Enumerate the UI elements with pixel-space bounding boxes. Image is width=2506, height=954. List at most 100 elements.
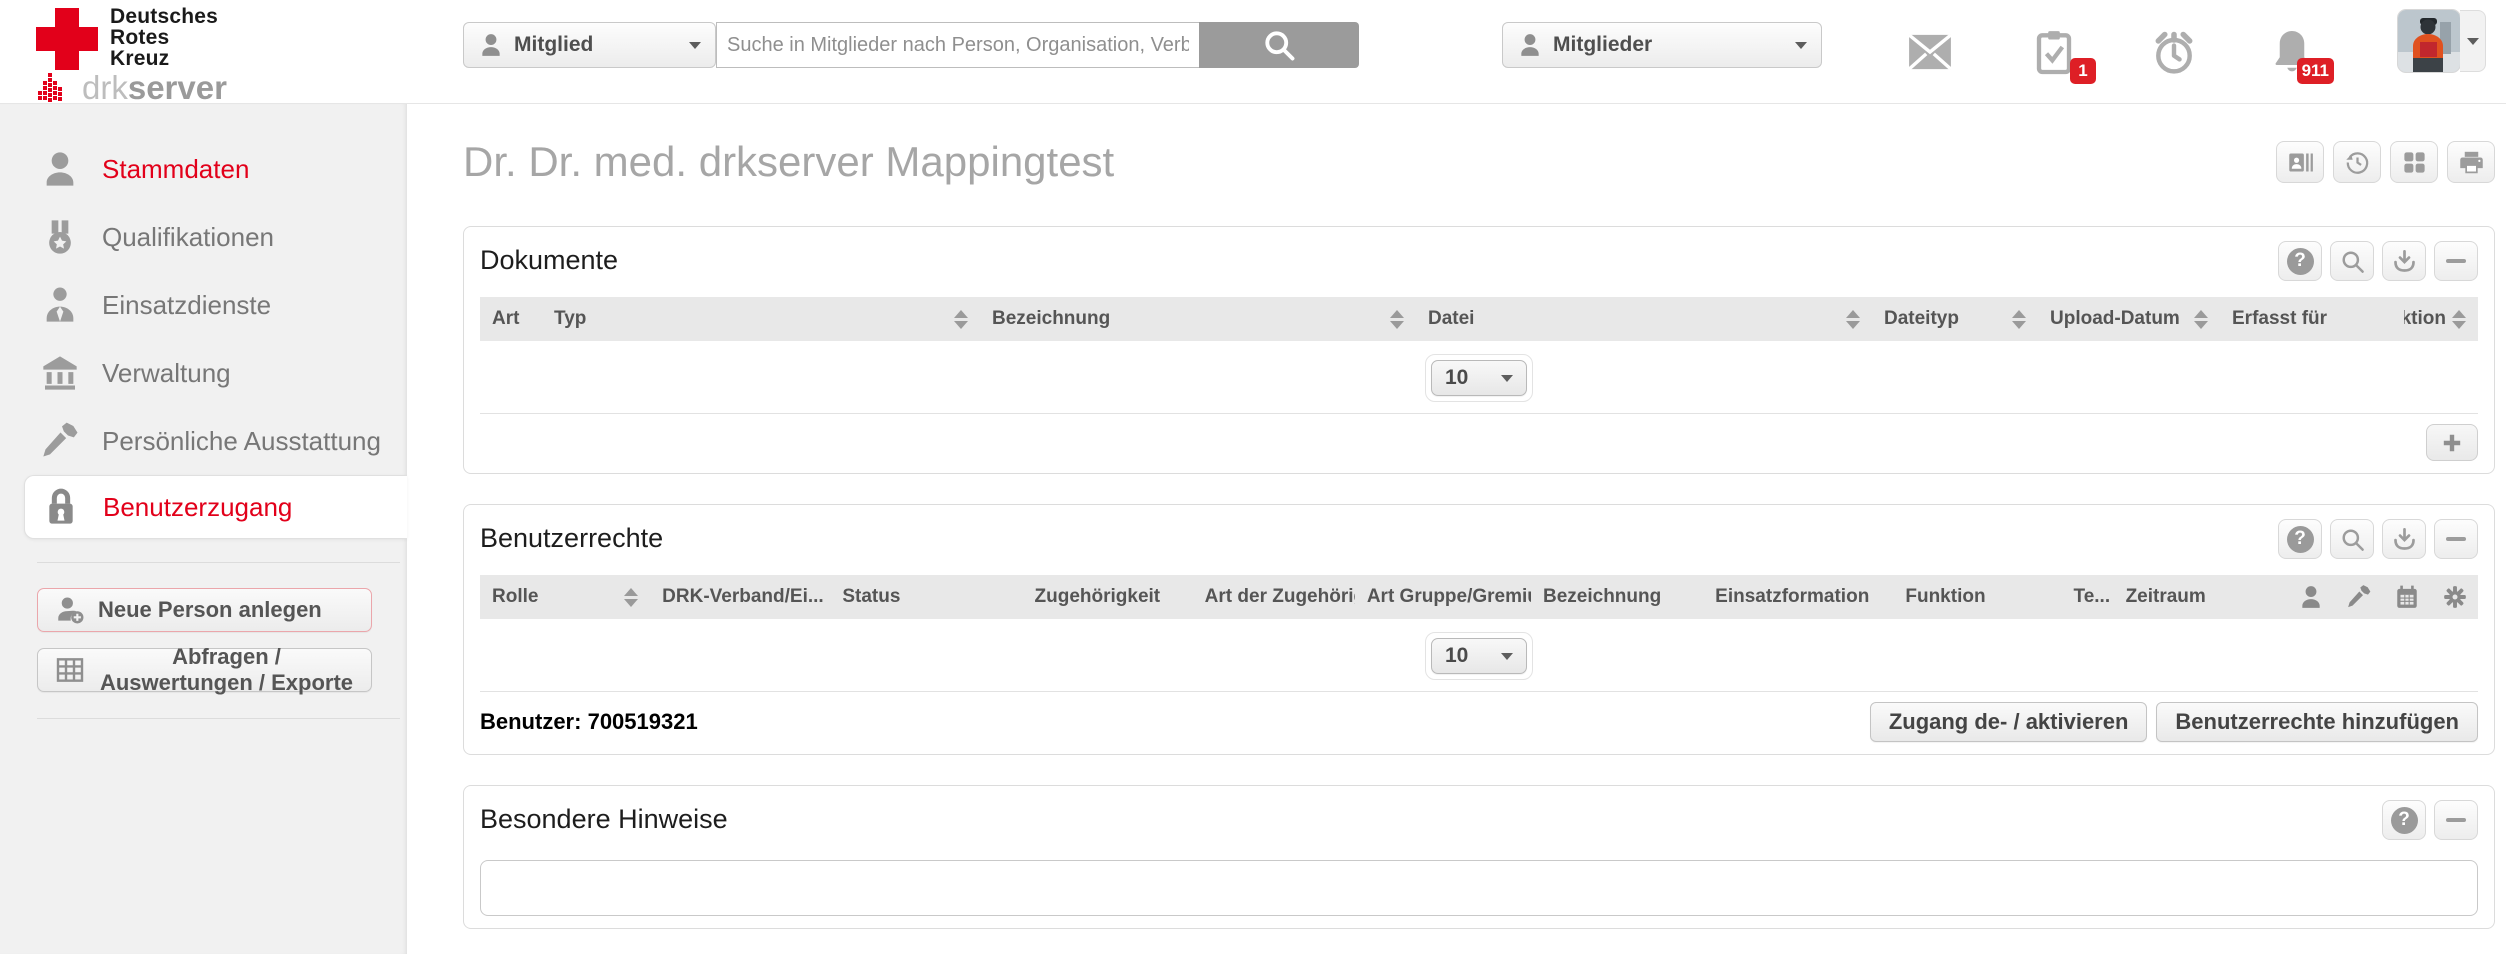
queries-exports-label: Abfragen / Auswertungen / Exporte bbox=[98, 644, 355, 696]
column-header-tools bbox=[2334, 575, 2382, 619]
collapse-button[interactable] bbox=[2434, 241, 2478, 281]
contact-card-button[interactable] bbox=[2276, 141, 2324, 183]
context-select-value: Mitglieder bbox=[1553, 33, 1785, 57]
panel-benutzerrechte: Benutzerrechte Rolle D bbox=[463, 504, 2495, 755]
chevron-down-icon bbox=[1501, 375, 1513, 382]
filter-search-button[interactable] bbox=[2330, 519, 2374, 559]
help-icon bbox=[2287, 526, 2314, 553]
notifications-badge: 911 bbox=[2297, 58, 2334, 84]
main-content: Dr. Dr. med. drkserver Mappingtest bbox=[407, 104, 2506, 954]
special-notes-input[interactable] bbox=[480, 860, 2478, 916]
add-user-rights-button[interactable]: Benutzerrechte hinzufügen bbox=[2156, 702, 2478, 742]
help-icon bbox=[2391, 807, 2418, 834]
sidebar-item-label: Qualifikationen bbox=[102, 222, 274, 253]
page-title: Dr. Dr. med. drkserver Mappingtest bbox=[463, 138, 1114, 186]
table-header-row: Art Typ Bezeichnung Datei Dateityp Uploa… bbox=[480, 297, 2478, 341]
logo-line: Kreuz bbox=[110, 48, 218, 69]
collapse-button[interactable] bbox=[2434, 800, 2478, 840]
sidebar-item-qualifikationen[interactable]: Qualifikationen bbox=[0, 203, 407, 271]
column-header-status: Status bbox=[830, 575, 1022, 619]
equalizer-icon bbox=[38, 73, 74, 103]
column-header-aktion[interactable]: Aktion bbox=[2404, 297, 2478, 341]
sidebar-item-verwaltung[interactable]: Verwaltung bbox=[0, 339, 407, 407]
page-size-select[interactable]: 10 bbox=[1431, 638, 1527, 674]
grid-view-button[interactable] bbox=[2390, 141, 2438, 183]
sort-icon bbox=[830, 588, 831, 607]
column-header-bezeichnung: Bezeichnung bbox=[1531, 575, 1703, 619]
column-header-art-gruppe-gremium: Art Gruppe/Gremiu... bbox=[1355, 575, 1531, 619]
help-button[interactable] bbox=[2278, 241, 2322, 281]
tasks-button[interactable]: 1 bbox=[2028, 26, 2080, 78]
messages-button[interactable] bbox=[1904, 26, 1956, 78]
minus-icon bbox=[2446, 818, 2466, 822]
add-document-button[interactable] bbox=[2426, 424, 2478, 461]
sort-icon bbox=[1846, 310, 1860, 329]
download-button[interactable] bbox=[2382, 519, 2426, 559]
contact-card-icon bbox=[2287, 149, 2314, 176]
medal-icon bbox=[40, 217, 80, 257]
history-icon bbox=[2344, 149, 2371, 176]
download-icon bbox=[2391, 526, 2418, 553]
filter-search-button[interactable] bbox=[2330, 241, 2374, 281]
table-header-row: Rolle DRK-Verband/Ei... Status Zugehörig… bbox=[480, 575, 2478, 619]
column-header-upload-datum[interactable]: Upload-Datum bbox=[2038, 297, 2220, 341]
bank-icon bbox=[40, 353, 80, 393]
help-icon bbox=[2287, 248, 2314, 275]
sidebar-divider bbox=[37, 562, 400, 563]
context-select[interactable]: Mitglieder bbox=[1502, 22, 1822, 68]
page-size-value: 10 bbox=[1445, 366, 1468, 390]
benutzerrechte-table: Rolle DRK-Verband/Ei... Status Zugehörig… bbox=[480, 575, 2478, 619]
timer-button[interactable] bbox=[2148, 26, 2200, 78]
tasks-badge: 1 bbox=[2070, 58, 2096, 84]
lock-icon bbox=[41, 487, 81, 527]
calendar-icon bbox=[2394, 584, 2420, 610]
help-button[interactable] bbox=[2382, 800, 2426, 840]
sort-icon bbox=[2452, 310, 2466, 329]
notifications-button[interactable]: 911 bbox=[2266, 26, 2318, 78]
search-button[interactable] bbox=[1199, 22, 1359, 68]
person-icon bbox=[478, 32, 504, 58]
column-header-datei[interactable]: Datei bbox=[1416, 297, 1872, 341]
chevron-down-icon bbox=[1501, 653, 1513, 660]
sort-icon bbox=[2012, 310, 2026, 329]
column-header-settings bbox=[2430, 575, 2478, 619]
sidebar-divider bbox=[37, 718, 400, 719]
user-menu-caret-button[interactable] bbox=[2460, 10, 2486, 72]
sidebar-item-einsatzdienste[interactable]: Einsatzdienste bbox=[0, 271, 407, 339]
column-header-typ[interactable]: Typ bbox=[542, 297, 980, 341]
column-header-art-der-zugehoerigkeit: Art der Zugehörigkeit bbox=[1193, 575, 1355, 619]
help-button[interactable] bbox=[2278, 519, 2322, 559]
download-button[interactable] bbox=[2382, 241, 2426, 281]
collapse-button[interactable] bbox=[2434, 519, 2478, 559]
minus-icon bbox=[2446, 537, 2466, 541]
search-scope-select[interactable]: Mitglied bbox=[463, 22, 716, 68]
sidebar: Stammdaten Qualifikationen Einsatzdienst… bbox=[0, 104, 407, 954]
grid-icon bbox=[2401, 149, 2428, 176]
sidebar-item-persoenliche-ausstattung[interactable]: Persönliche Ausstattung bbox=[0, 407, 407, 475]
drk-logo[interactable]: Deutsches Rotes Kreuz drkserver bbox=[36, 6, 227, 103]
sidebar-item-benutzerzugang[interactable]: Benutzerzugang bbox=[24, 475, 407, 539]
person-icon bbox=[40, 149, 80, 189]
toggle-access-button[interactable]: Zugang de- / aktivieren bbox=[1870, 702, 2148, 742]
sidebar-item-stammdaten[interactable]: Stammdaten bbox=[0, 135, 407, 203]
sort-icon bbox=[1390, 310, 1404, 329]
person-plus-icon bbox=[54, 594, 86, 626]
column-header-rolle[interactable]: Rolle bbox=[480, 575, 650, 619]
chevron-down-icon bbox=[689, 42, 701, 49]
print-button[interactable] bbox=[2447, 141, 2495, 183]
queries-exports-button[interactable]: Abfragen / Auswertungen / Exporte bbox=[37, 648, 372, 692]
panel-dokumente: Dokumente Art Typ bbox=[463, 226, 2495, 474]
column-header-zeitraum: Zeitraum bbox=[2114, 575, 2286, 619]
column-header-bezeichnung[interactable]: Bezeichnung bbox=[980, 297, 1416, 341]
download-icon bbox=[2391, 248, 2418, 275]
page-size-select[interactable]: 10 bbox=[1431, 360, 1527, 396]
user-menu[interactable] bbox=[2398, 10, 2486, 72]
column-header-drk-verband[interactable]: DRK-Verband/Ei... bbox=[650, 575, 830, 619]
search-scope-value: Mitglied bbox=[514, 33, 679, 57]
history-button[interactable] bbox=[2333, 141, 2381, 183]
column-header-dateityp[interactable]: Dateityp bbox=[1872, 297, 2038, 341]
brand-server: server bbox=[128, 73, 227, 103]
search-input[interactable] bbox=[716, 22, 1199, 68]
clipboard-icon bbox=[2034, 28, 2074, 76]
new-person-button[interactable]: Neue Person anlegen bbox=[37, 588, 372, 632]
